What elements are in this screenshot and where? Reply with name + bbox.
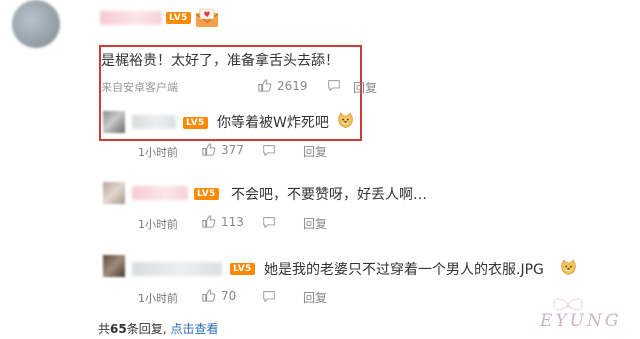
thumbs-up-icon[interactable] [201, 288, 216, 303]
reply-text: 你等着被W炸死吧 [217, 115, 329, 131]
reply-summary: 共65条回复, 点击查看 [98, 320, 219, 337]
comment-icon[interactable] [262, 144, 276, 157]
reply-button[interactable]: 回复 [353, 79, 377, 96]
like-count: 377 [221, 143, 244, 157]
level-badge: LV5 [183, 117, 208, 129]
watermark-text: EYUNG [540, 311, 622, 331]
reply-avatar[interactable] [103, 182, 125, 204]
reply-time: 1小时前 [138, 146, 178, 159]
doge-emoji-icon [561, 259, 576, 275]
like-count: 2619 [277, 79, 308, 93]
comment-icon[interactable] [262, 216, 276, 229]
envelope-heart-icon [195, 8, 219, 27]
doge-emoji-icon [338, 112, 353, 128]
thumbs-up-icon[interactable] [201, 214, 216, 229]
username-blurred[interactable] [100, 11, 162, 25]
level-badge: LV5 [194, 188, 219, 200]
reply-time: 1小时前 [138, 218, 178, 231]
view-all-link[interactable]: 点击查看 [171, 322, 219, 336]
avatar[interactable] [12, 0, 60, 48]
thumbs-up-icon[interactable] [201, 142, 216, 157]
reply-username-blurred[interactable] [132, 115, 176, 129]
like-count: 113 [221, 215, 244, 229]
reply-button[interactable]: 回复 [303, 143, 327, 160]
reply-text: 不会吧，不要赞呀，好丢人啊… [231, 187, 427, 203]
reply-time: 1小时前 [138, 292, 178, 305]
total-prefix: 共 [98, 322, 111, 336]
comment-source: 来自安卓客户端 [101, 81, 178, 94]
comment-icon[interactable] [262, 290, 276, 303]
thumbs-up-icon[interactable] [257, 78, 272, 93]
reply-button[interactable]: 回复 [303, 215, 327, 232]
total-count: 65 [110, 322, 127, 336]
reply-avatar[interactable] [103, 111, 125, 133]
comment-icon[interactable] [327, 79, 341, 92]
total-suffix: 条回复, [126, 322, 167, 336]
comment-text: 是梶裕贵！太好了，准备拿舌头去舔！ [101, 53, 339, 69]
like-count: 70 [221, 289, 237, 303]
reply-avatar[interactable] [103, 255, 125, 277]
reply-button[interactable]: 回复 [303, 289, 327, 306]
reply-username-blurred[interactable] [132, 262, 222, 276]
level-badge: LV5 [230, 263, 255, 275]
reply-text: 她是我的老婆只不过穿着一个男人的衣服.JPG [264, 262, 544, 278]
level-badge: LV5 [166, 12, 191, 24]
reply-username-blurred[interactable] [132, 186, 188, 200]
